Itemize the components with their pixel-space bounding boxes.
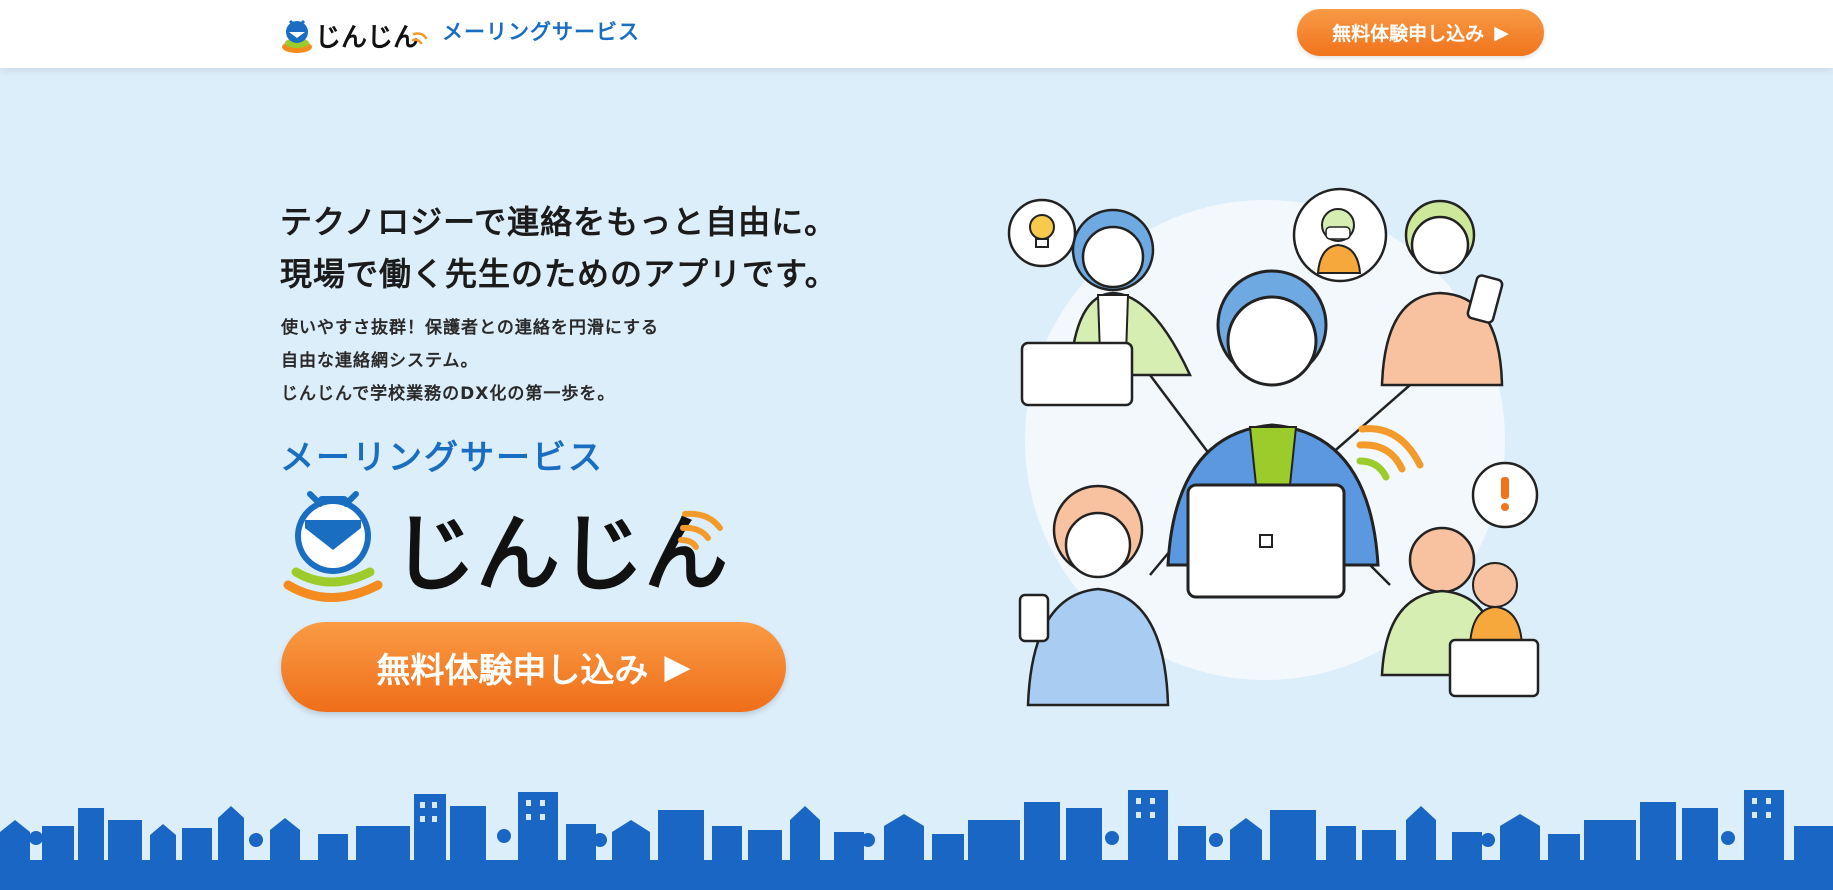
bell-mascot-icon — [283, 491, 383, 602]
main-trial-button-label: 無料体験申し込み — [376, 650, 649, 691]
city-skyline-decoration — [0, 790, 1833, 890]
play-arrow-icon: ▶ — [1494, 21, 1509, 44]
play-arrow-icon: ▶ — [664, 647, 691, 687]
sick-child-bubble — [1292, 187, 1388, 283]
jinjin-logo: じんじん — [283, 491, 726, 603]
service-name: メーリングサービス — [280, 438, 604, 478]
headline-line: 現場で働く先生のためのアプリです。 — [280, 255, 838, 293]
hero-headline: テクノロジーで連絡をもっと自由に。 現場で働く先生のためのアプリです。 — [280, 196, 838, 300]
lightbulb-icon — [1007, 198, 1077, 268]
description-line: じんじんで学校業務のDX化の第一歩を。 — [281, 384, 616, 404]
hero-illustration — [1007, 187, 1540, 707]
site-header: じんじん メーリングサービス 無料体験申し込み ▶ — [0, 0, 1833, 68]
header-service-label: メーリングサービス — [442, 20, 640, 44]
svg-text:じんじん: じんじん — [315, 23, 419, 53]
exclamation-icon — [1471, 461, 1539, 529]
header-trial-button-label: 無料体験申し込み — [1332, 23, 1485, 45]
header-logo[interactable]: じんじん — [280, 12, 430, 58]
headline-line: テクノロジーで連絡をもっと自由に。 — [280, 203, 838, 241]
description-line: 使いやすさ抜群！保護者との連絡を円滑にする — [281, 318, 659, 338]
hero-description: 使いやすさ抜群！保護者との連絡を円滑にする 自由な連絡網システム。 じんじんで学… — [281, 312, 659, 411]
logo-wordmark: じんじん — [392, 505, 726, 603]
description-line: 自由な連絡網システム。 — [281, 351, 479, 371]
main-trial-button[interactable]: 無料体験申し込み ▶ — [281, 622, 786, 712]
bell-mascot-icon — [282, 19, 312, 53]
header-trial-button[interactable]: 無料体験申し込み ▶ — [1297, 9, 1544, 56]
